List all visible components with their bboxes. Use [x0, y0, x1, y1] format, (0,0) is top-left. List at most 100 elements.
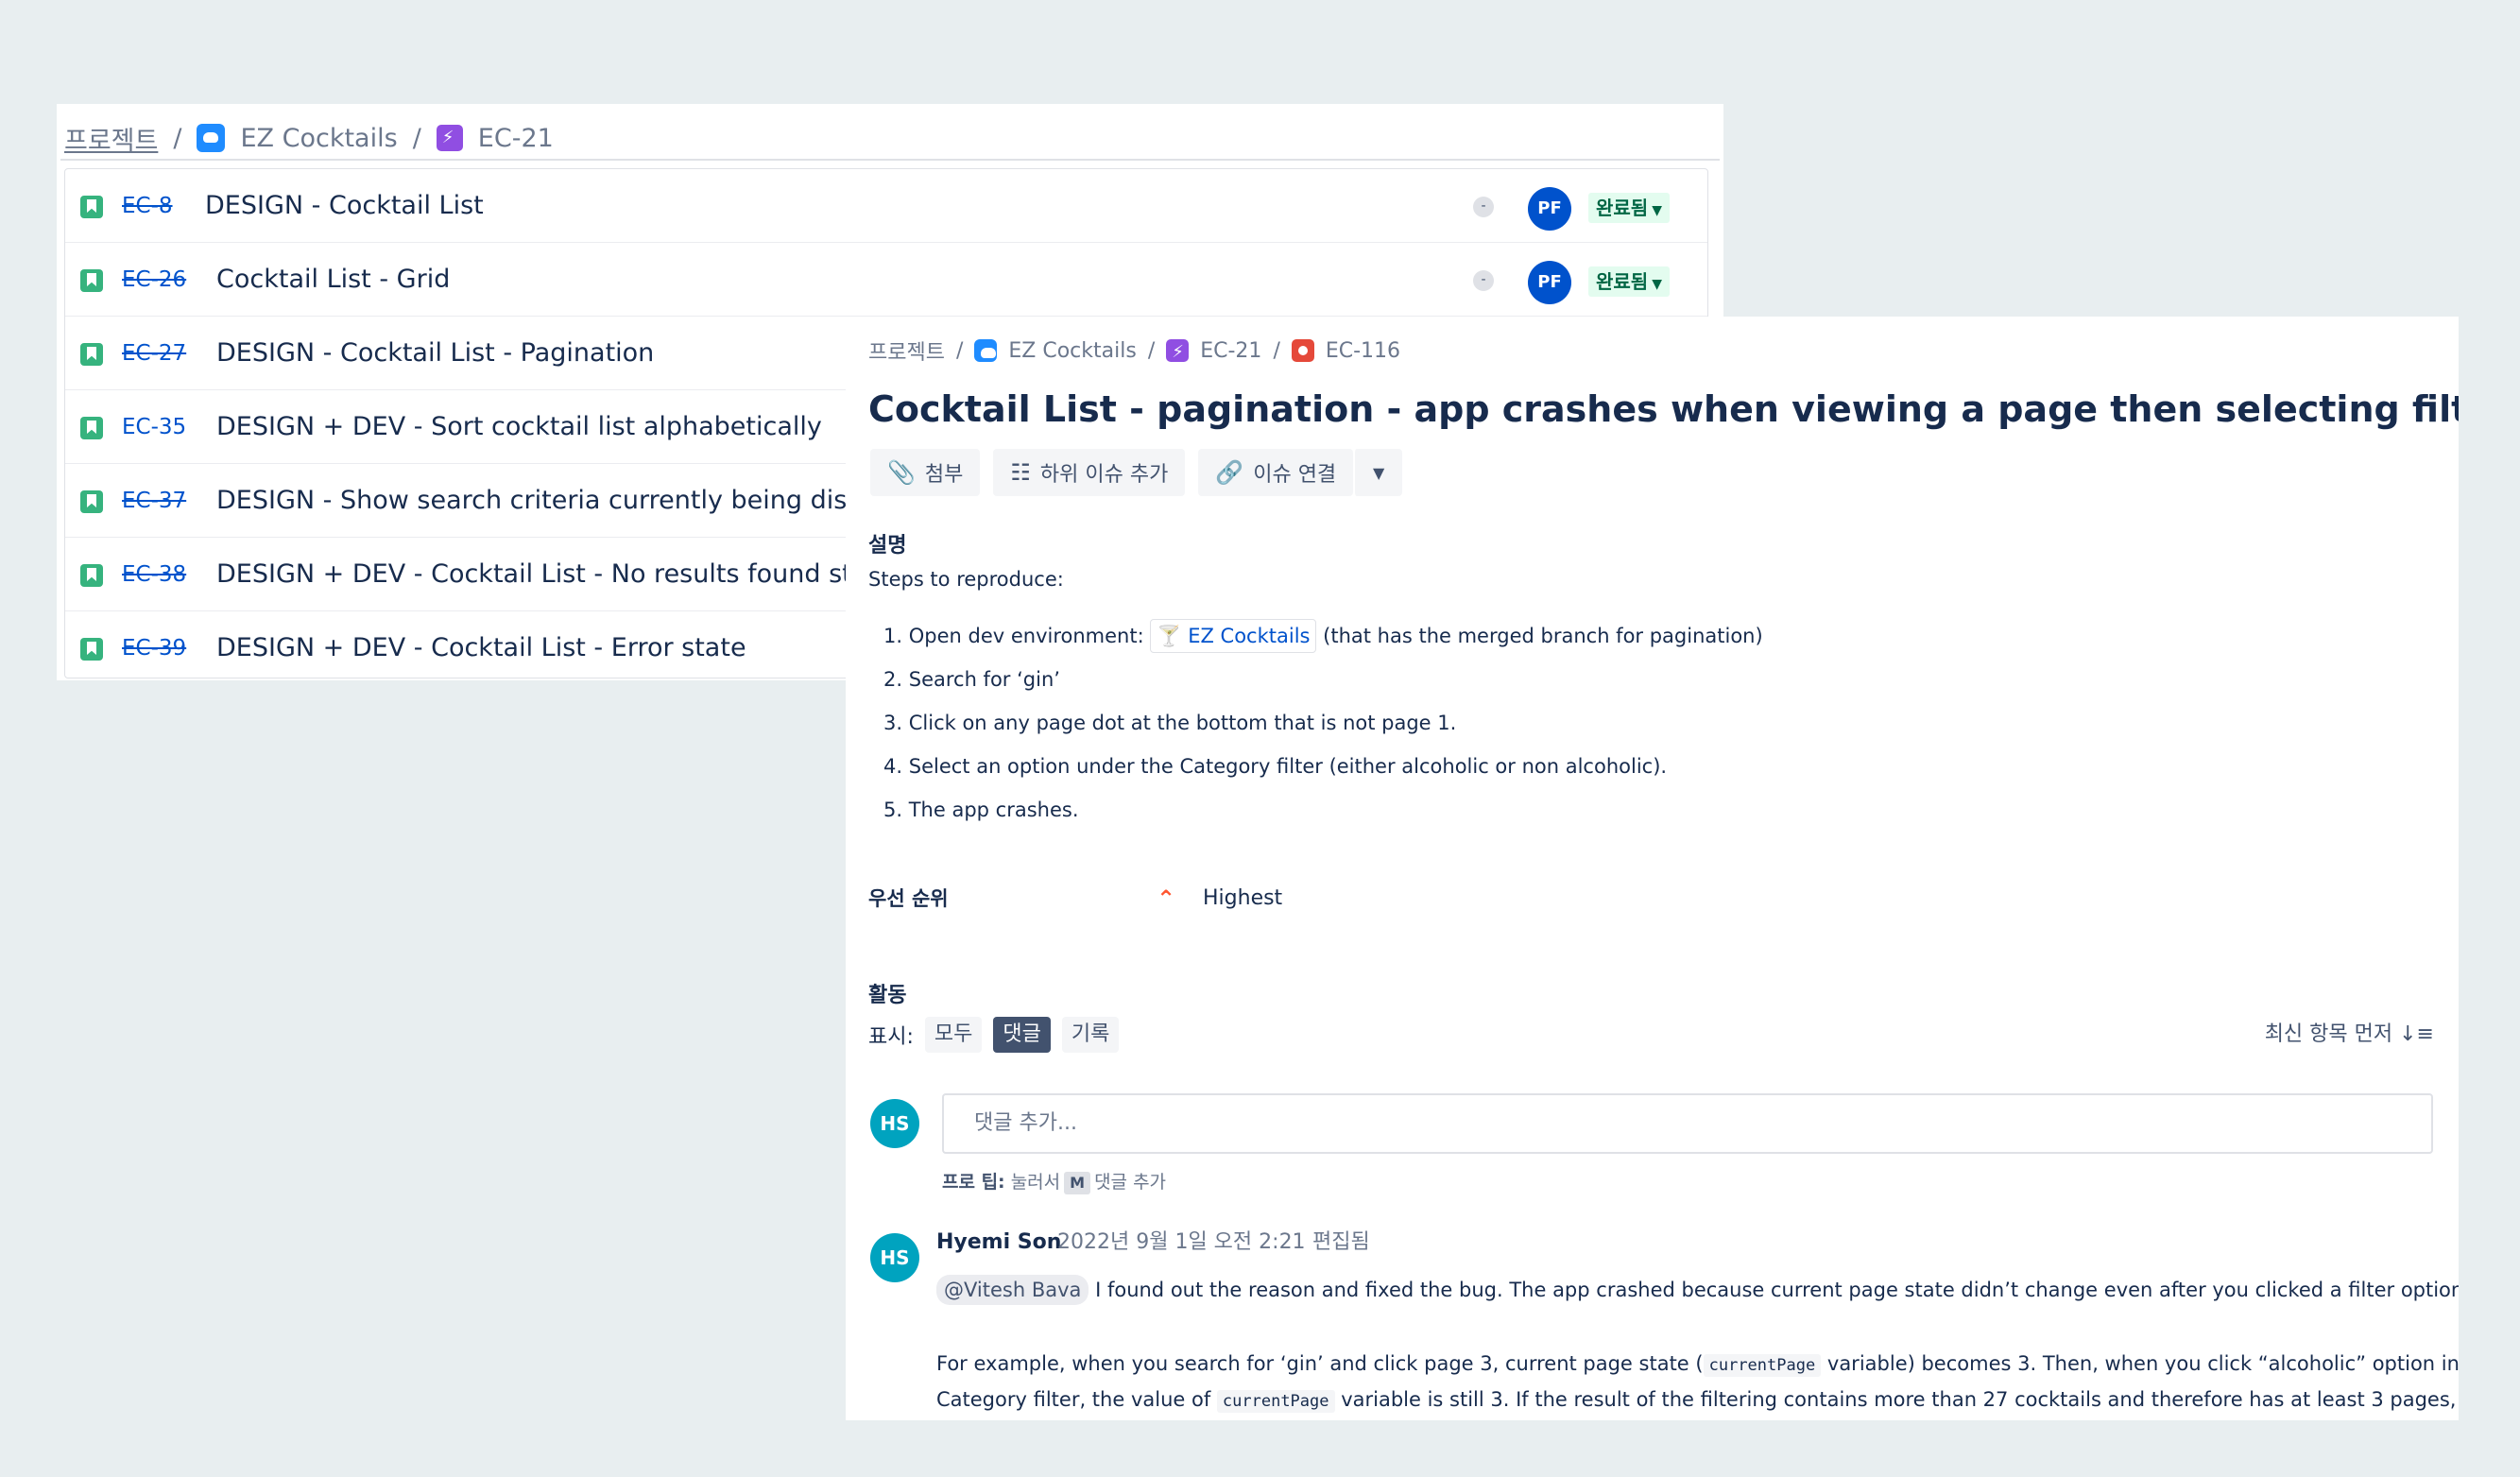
- step-number: 2.: [883, 668, 903, 691]
- comment-input[interactable]: 댓글 추가...: [942, 1093, 2433, 1154]
- story-icon: [80, 638, 103, 661]
- project-icon: [974, 339, 998, 362]
- child-issue-row[interactable]: EC-26 Cocktail List - Grid - PF 완료됨 ▼: [65, 243, 1707, 317]
- link-issue-button[interactable]: 🔗 이슈 연결: [1198, 449, 1354, 496]
- epic-icon: [1166, 339, 1190, 365]
- story-icon: [80, 196, 103, 218]
- project-icon: [197, 124, 226, 152]
- chevron-down-icon: ▼: [1652, 203, 1662, 218]
- status-dropdown[interactable]: 완료됨 ▼: [1588, 266, 1670, 297]
- issue-key[interactable]: EC-39: [122, 611, 186, 678]
- breadcrumb-epic[interactable]: EC-21: [1200, 339, 1261, 363]
- attach-button[interactable]: 📎 첨부: [870, 449, 981, 496]
- issue-summary[interactable]: DESIGN - Show search criteria currently …: [216, 464, 933, 538]
- inline-code: currentPage: [1703, 1354, 1822, 1377]
- add-child-issue-label: 하위 이슈 추가: [1039, 463, 1169, 487]
- story-icon: [80, 417, 103, 439]
- filter-all[interactable]: 모두: [924, 1017, 983, 1053]
- issue-key[interactable]: EC-8: [122, 169, 173, 243]
- list-item: 2. Search for ‘gin’: [883, 661, 1060, 698]
- step-number: 1.: [883, 625, 903, 647]
- show-label: 표시:: [868, 1025, 914, 1049]
- breadcrumb-separator: /: [412, 123, 421, 153]
- keyboard-shortcut: M: [1064, 1172, 1091, 1194]
- assignee-avatar[interactable]: PF: [1528, 261, 1571, 304]
- issue-summary[interactable]: DESIGN + DEV - Cocktail List - No result…: [216, 538, 893, 611]
- step-text: Select an option under the Category filt…: [908, 755, 1668, 778]
- bug-icon: [1291, 339, 1314, 362]
- step-text: The app crashes.: [908, 799, 1079, 821]
- priority-value[interactable]: Highest: [1203, 880, 1282, 918]
- chevron-down-icon: ▼: [1652, 277, 1662, 292]
- comment-text: For example, when you search for ‘gin’ a…: [936, 1352, 1704, 1375]
- smart-link[interactable]: 🍸 EZ Cocktails: [1150, 619, 1317, 653]
- breadcrumb-separator: /: [955, 338, 964, 363]
- divider: [60, 159, 1720, 161]
- comment-author[interactable]: Hyemi Son: [936, 1224, 1061, 1262]
- issue-title[interactable]: Cocktail List - pagination - app crashes…: [868, 388, 2459, 430]
- issue-summary[interactable]: DESIGN - Cocktail List: [205, 169, 484, 243]
- attach-label: 첨부: [924, 463, 964, 487]
- filter-history[interactable]: 기록: [1061, 1017, 1120, 1053]
- priority-indicator: -: [1473, 270, 1494, 291]
- step-text: Open dev environment:: [908, 625, 1144, 647]
- breadcrumb-projects[interactable]: 프로젝트: [868, 335, 945, 366]
- breadcrumb-projects[interactable]: 프로젝트: [64, 120, 158, 157]
- story-icon: [80, 269, 103, 292]
- comment-timestamp[interactable]: 2022년 9월 1일 오전 2:21: [1057, 1224, 1306, 1262]
- breadcrumb-separator: /: [1273, 338, 1280, 363]
- breadcrumb-project[interactable]: EZ Cocktails: [1008, 339, 1136, 363]
- user-mention[interactable]: @Vitesh Bava: [936, 1275, 1089, 1305]
- step-number: 5.: [883, 799, 903, 821]
- chevron-down-icon: ▼: [1373, 463, 1385, 482]
- list-item: 5. The app crashes.: [883, 791, 1079, 829]
- issue-summary[interactable]: DESIGN - Cocktail List - Pagination: [216, 317, 654, 390]
- issue-summary[interactable]: Cocktail List - Grid: [216, 243, 450, 317]
- comment-body-line: Category filter, the value of currentPag…: [936, 1383, 2459, 1418]
- issue-toolbar: 📎 첨부 ☷ 하위 이슈 추가 🔗 이슈 연결 ▼: [870, 449, 1403, 496]
- priority-field[interactable]: 우선 순위 ⌃ Highest: [868, 880, 1435, 918]
- list-item: 1. Open dev environment: 🍸 EZ Cocktails …: [883, 617, 1763, 655]
- breadcrumb-epic[interactable]: EC-21: [478, 124, 554, 153]
- filter-comments[interactable]: 댓글: [993, 1017, 1051, 1053]
- pro-tip-text: 눌러서: [1010, 1172, 1061, 1193]
- breadcrumb-project[interactable]: EZ Cocktails: [240, 124, 397, 153]
- issue-key[interactable]: EC-38: [122, 538, 186, 611]
- breadcrumb-issue[interactable]: EC-116: [1326, 339, 1400, 363]
- story-icon: [80, 490, 103, 513]
- issue-key[interactable]: EC-26: [122, 243, 186, 317]
- issue-summary[interactable]: DESIGN + DEV - Cocktail List - Error sta…: [216, 611, 746, 678]
- sort-icon: ↓≡: [2399, 1022, 2434, 1046]
- sort-order-button[interactable]: 최신 항목 먼저 ↓≡: [2265, 1016, 2434, 1054]
- cocktail-glass-icon: 🍸: [1157, 625, 1182, 647]
- issue-key[interactable]: EC-27: [122, 317, 186, 390]
- avatar[interactable]: HS: [870, 1233, 919, 1282]
- priority-highest-icon: ⌃: [1157, 885, 1176, 912]
- more-actions-button[interactable]: ▼: [1353, 449, 1403, 496]
- list-item: 4. Select an option under the Category f…: [883, 747, 1667, 785]
- pro-tip: 프로 팁: 눌러서 M 댓글 추가: [942, 1163, 1166, 1201]
- add-child-issue-button[interactable]: ☷ 하위 이슈 추가: [993, 449, 1186, 496]
- issue-summary[interactable]: DESIGN + DEV - Sort cocktail list alphab…: [216, 390, 822, 464]
- step-text: Search for ‘gin’: [908, 668, 1060, 691]
- avatar: HS: [870, 1099, 919, 1148]
- status-label: 완료됨: [1596, 270, 1649, 293]
- issue-key[interactable]: EC-35: [122, 390, 186, 464]
- priority-indicator: -: [1473, 197, 1494, 217]
- pro-tip-action: 댓글 추가: [1094, 1172, 1167, 1193]
- step-number: 3.: [883, 712, 903, 734]
- assignee-avatar[interactable]: PF: [1528, 187, 1571, 231]
- comment-text: variable is still 3. If the result of th…: [1341, 1388, 2459, 1411]
- sort-label: 최신 항목 먼저: [2264, 1022, 2393, 1046]
- description-intro: Steps to reproduce:: [868, 568, 1064, 591]
- smart-link-label: EZ Cocktails: [1188, 625, 1311, 647]
- issue-key[interactable]: EC-37: [122, 464, 186, 538]
- step-text: (that has the merged branch for paginati…: [1323, 625, 1763, 647]
- comment-body-line: @Vitesh Bava I found out the reason and …: [936, 1273, 2459, 1307]
- link-icon: 🔗: [1215, 459, 1244, 486]
- activity-filter-bar: 표시: 모두 댓글 기록: [868, 1016, 1120, 1054]
- edited-indicator: 편집됨: [1312, 1230, 1370, 1254]
- comment-text: I found out the reason and fixed the bug…: [1095, 1279, 2459, 1301]
- status-dropdown[interactable]: 완료됨 ▼: [1588, 193, 1670, 223]
- child-issue-row[interactable]: EC-8 DESIGN - Cocktail List - PF 완료됨 ▼: [65, 169, 1707, 243]
